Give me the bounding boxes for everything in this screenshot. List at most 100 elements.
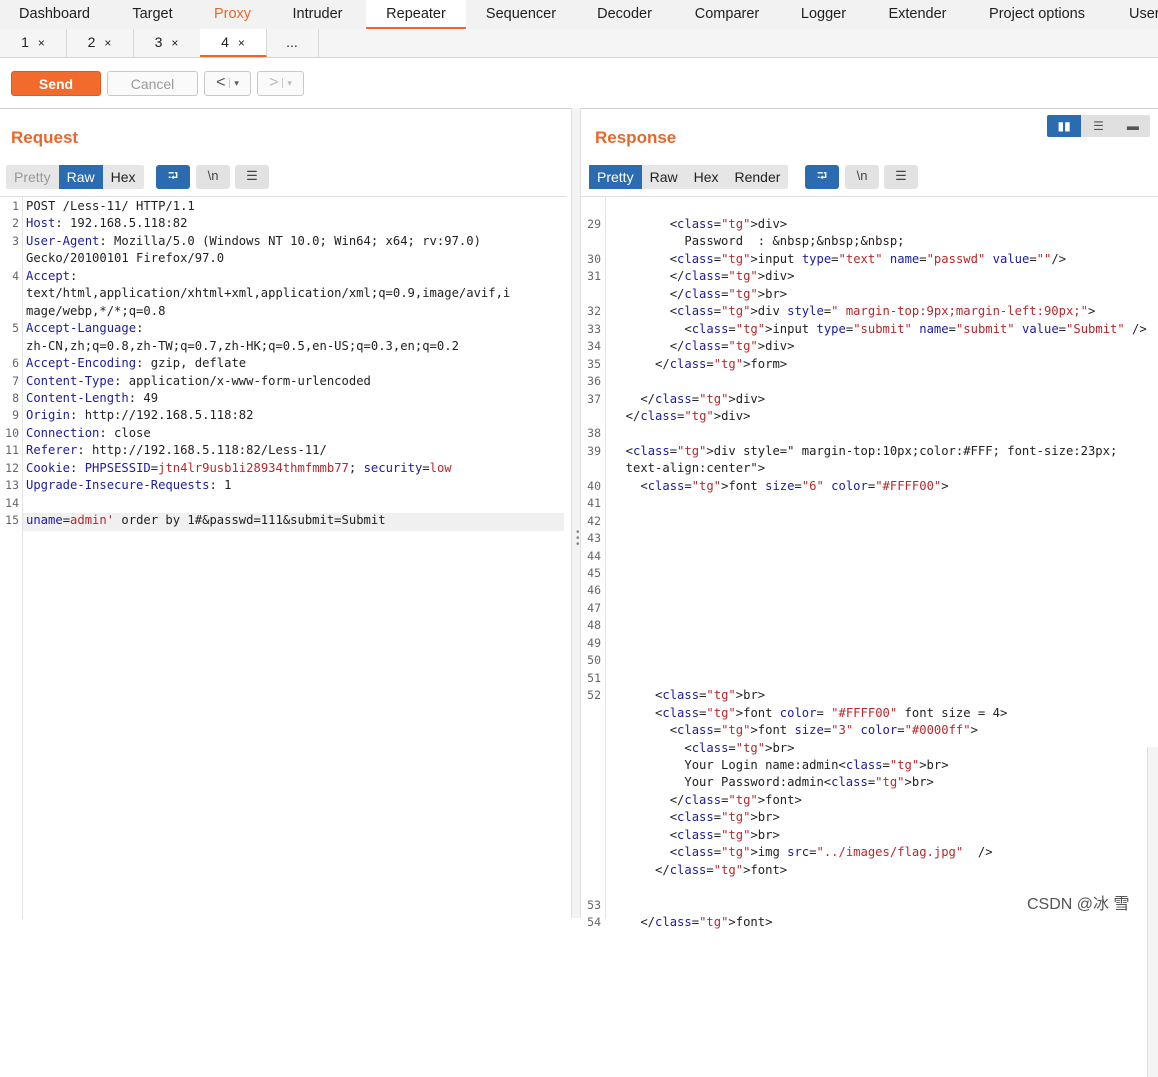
response-line: </class="tg">font>	[611, 915, 773, 929]
line-number: 32	[587, 304, 601, 319]
close-icon[interactable]: ×	[104, 36, 111, 50]
response-line: </class="tg">font>	[611, 862, 788, 877]
layout-side-by-side-icon[interactable]: ▮▮	[1047, 115, 1082, 137]
request-line: POST /Less-11/ HTTP/1.1	[26, 199, 195, 213]
history-forward-button[interactable]: > ▾	[257, 71, 304, 96]
request-line: zh-CN,zh;q=0.8,zh-TW;q=0.7,zh-HK;q=0.5,e…	[26, 338, 459, 353]
line-number: 33	[587, 321, 601, 336]
main-tab-bar: Dashboard Target Proxy Intruder Repeater…	[0, 0, 1158, 30]
line-number: 48	[587, 618, 601, 633]
response-line: </class="tg">div>	[611, 269, 795, 284]
line-number: 45	[587, 566, 601, 580]
request-line: Gecko/20100101 Firefox/97.0	[26, 251, 225, 266]
request-line: Cookie: PHPSESSID=jtn4lr9usb1i28934thmfm…	[26, 460, 452, 475]
cancel-button[interactable]: Cancel	[107, 71, 198, 96]
line-number: 14	[5, 495, 19, 510]
layout-top-bottom-icon[interactable]: ☰	[1081, 115, 1116, 137]
wrap-lines-icon[interactable]: ⮒	[156, 165, 190, 189]
line-number: 1	[12, 199, 19, 213]
request-line: Referer: http://192.168.5.118:82/Less-11…	[26, 443, 327, 458]
request-line: Upgrade-Insecure-Requests: 1	[26, 478, 232, 493]
layout-toggle: ▮▮ ☰ ▬	[1047, 115, 1150, 137]
close-icon[interactable]: ×	[38, 36, 45, 50]
tab-repeater[interactable]: Repeater	[366, 0, 466, 29]
request-line: Origin: http://192.168.5.118:82	[26, 408, 254, 423]
newline-icon[interactable]: \n	[196, 165, 230, 189]
response-tab-pretty[interactable]: Pretty	[589, 165, 642, 189]
request-line: uname=admin' order by 1#&passwd=111&subm…	[26, 513, 386, 528]
response-line: <class="tg">br>	[611, 827, 780, 842]
splitter-grip-icon[interactable]: • • •	[576, 528, 580, 550]
line-number: 15	[5, 513, 19, 528]
response-line: text-align:center">	[611, 461, 766, 476]
line-number: 36	[587, 374, 601, 389]
chevron-down-icon[interactable]: ▾	[229, 78, 239, 88]
request-line: Host: 192.168.5.118:82	[26, 216, 188, 231]
request-line: mage/webp,*/*;q=0.8	[26, 303, 166, 318]
chevron-down-icon[interactable]: ▾	[282, 78, 292, 88]
tab-proxy[interactable]: Proxy	[196, 0, 269, 29]
response-view-tabs: Pretty Raw Hex Render	[589, 165, 789, 189]
tab-number: 4	[221, 34, 229, 50]
response-line: </class="tg">font>	[611, 792, 802, 807]
watermark: CSDN @冰 雪	[1027, 896, 1130, 913]
request-tab-hex[interactable]: Hex	[103, 165, 144, 189]
history-back-button[interactable]: < ▾	[204, 71, 251, 96]
line-number: 34	[587, 339, 601, 354]
response-tab-raw[interactable]: Raw	[642, 165, 686, 189]
request-tab-pretty[interactable]: Pretty	[6, 165, 59, 189]
repeater-tab-bar: 1 × 2 × 3 × 4 × ...	[0, 29, 1158, 58]
layout-tabs-icon[interactable]: ▬	[1115, 115, 1150, 137]
line-number: 54	[587, 915, 601, 929]
tab-project-options[interactable]: Project options	[969, 0, 1105, 29]
repeater-tab-2[interactable]: 2 ×	[66, 29, 134, 57]
repeater-tab-4[interactable]: 4 ×	[200, 29, 267, 57]
tab-intruder[interactable]: Intruder	[269, 0, 366, 29]
response-line: <class="tg">input type="text" name="pass…	[611, 251, 1067, 266]
newline-icon[interactable]: \n	[845, 165, 879, 189]
line-number: 37	[587, 391, 601, 406]
response-tab-hex[interactable]: Hex	[686, 165, 727, 189]
line-number: 31	[587, 269, 601, 284]
line-number: 47	[587, 600, 601, 615]
vertical-scrollbar[interactable]	[1147, 747, 1158, 1077]
menu-icon[interactable]: ☰	[884, 165, 918, 189]
close-icon[interactable]: ×	[238, 36, 245, 50]
response-line: <class="tg">font size="3" color="#0000ff…	[611, 723, 978, 738]
pane-splitter[interactable]	[571, 108, 581, 918]
response-tab-render[interactable]: Render	[727, 165, 789, 189]
chevron-left-icon: <	[216, 74, 226, 92]
wrap-lines-icon[interactable]: ⮒	[805, 165, 839, 189]
close-icon[interactable]: ×	[171, 36, 178, 50]
response-line: <class="tg">div style=" margin-top:9px;m…	[611, 304, 1096, 319]
new-tab-button[interactable]: ...	[266, 29, 319, 57]
response-editor[interactable]: 29 30 31 32 33 34 35 36 37 38 39 40 41 42 43 44 45 46 47 48…	[581, 196, 1158, 1077]
tab-logger[interactable]: Logger	[781, 0, 866, 29]
line-number: 5	[12, 321, 19, 336]
repeater-tab-3[interactable]: 3 ×	[133, 29, 201, 57]
tab-target[interactable]: Target	[109, 0, 196, 29]
menu-icon[interactable]: ☰	[235, 165, 269, 189]
request-tab-raw[interactable]: Raw	[58, 165, 103, 189]
tab-comparer[interactable]: Comparer	[673, 0, 781, 29]
tab-sequencer[interactable]: Sequencer	[466, 0, 576, 29]
response-line: <class="tg">br>	[611, 688, 766, 703]
send-button[interactable]: Send	[11, 71, 101, 96]
tab-extender[interactable]: Extender	[866, 0, 969, 29]
line-number: 8	[12, 390, 19, 405]
line-number: 30	[587, 251, 601, 266]
tab-dashboard[interactable]: Dashboard	[0, 0, 109, 29]
line-number-gutter	[0, 197, 23, 919]
repeater-tab-1[interactable]: 1 ×	[0, 29, 67, 57]
request-line: Accept-Encoding: gzip, deflate	[26, 356, 247, 371]
line-number: 10	[5, 425, 19, 440]
tab-decoder[interactable]: Decoder	[576, 0, 673, 29]
response-line: </class="tg">br>	[611, 286, 788, 301]
tab-user-options[interactable]: User	[1105, 0, 1158, 29]
line-number: 11	[5, 443, 19, 458]
line-number: 51	[587, 670, 601, 685]
request-editor[interactable]: 1 POST /Less-11/ HTTP/1.1 2 Host: 192.168.5…	[0, 196, 566, 919]
chevron-right-icon: >	[269, 74, 279, 92]
line-number: 42	[587, 513, 601, 528]
tab-number: 1	[21, 34, 29, 50]
